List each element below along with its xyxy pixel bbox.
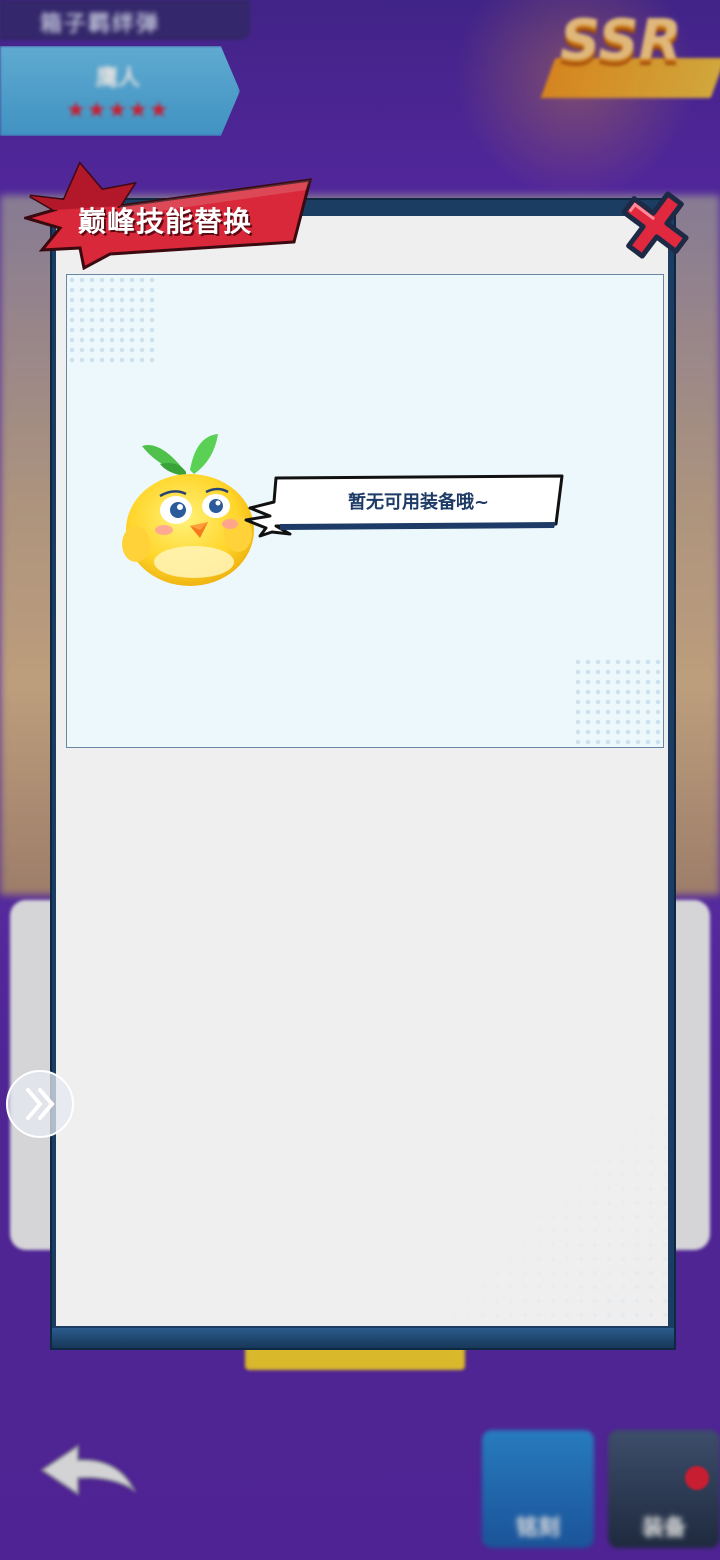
- modal-title: 巅峰技能替换: [78, 205, 253, 238]
- dot-pattern: [573, 657, 663, 747]
- skill-replace-modal: [50, 198, 676, 1350]
- double-chevron-right-icon[interactable]: [4, 1068, 76, 1140]
- empty-state-message: 暂无可用装备哦~: [348, 492, 490, 513]
- modal-body: [56, 216, 668, 1326]
- dot-pattern: [67, 275, 157, 365]
- close-icon[interactable]: [616, 186, 694, 264]
- modal-bottom-strip: [52, 1328, 674, 1348]
